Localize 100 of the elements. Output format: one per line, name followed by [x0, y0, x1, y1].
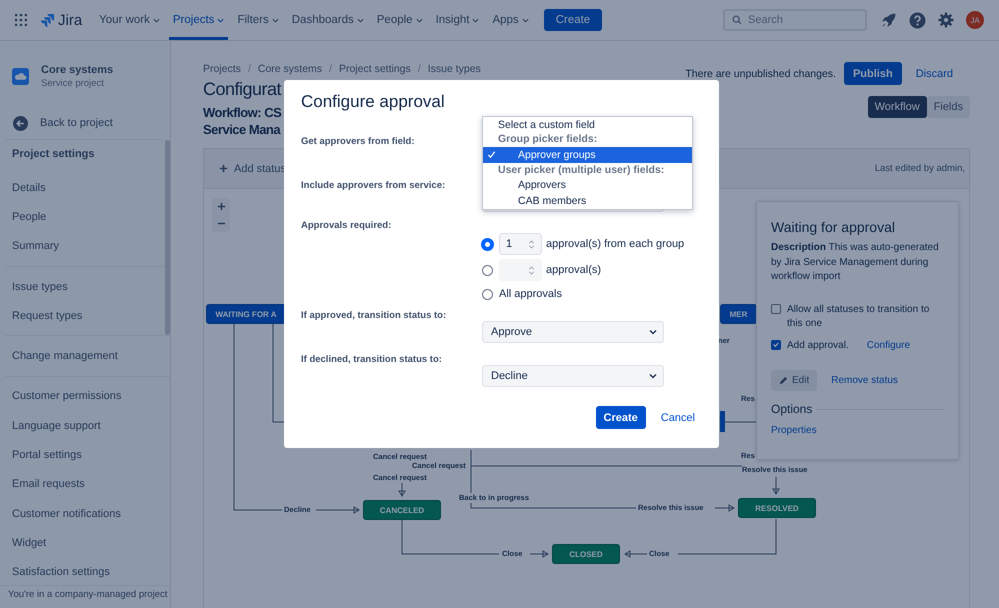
- status-node[interactable]: WAITING FOR A: [206, 304, 286, 324]
- dropdown-option[interactable]: Approver groups: [483, 147, 692, 163]
- radio-button[interactable]: [482, 264, 493, 276]
- sidebar-item[interactable]: Email requests: [12, 470, 163, 499]
- sidebar-item[interactable]: Change management: [12, 341, 163, 371]
- connector-line: [530, 550, 549, 558]
- sidebar-item[interactable]: Customer permissions: [12, 382, 163, 412]
- field-label: If declined, transition status to:: [301, 354, 442, 365]
- radio-label: approval(s) from each group: [546, 238, 684, 250]
- sidebar-item[interactable]: Language support: [12, 411, 163, 440]
- panel-title: Waiting for approval: [771, 219, 896, 235]
- view-tab[interactable]: Workflow: [868, 96, 927, 118]
- check-icon: [487, 150, 496, 160]
- nav-menu-item[interactable]: Projects: [168, 0, 228, 40]
- radio-button[interactable]: [482, 238, 493, 250]
- dropdown-option[interactable]: Select a custom field: [483, 117, 692, 132]
- breadcrumb-link[interactable]: Issue types: [428, 63, 481, 75]
- nav-menu-item[interactable]: People: [372, 0, 427, 40]
- search-field[interactable]: Search: [723, 9, 867, 31]
- project-name: Core systems: [41, 64, 114, 76]
- app-grid-icon[interactable]: [15, 14, 27, 26]
- radio-button[interactable]: [482, 288, 493, 300]
- checkbox[interactable]: [771, 304, 781, 314]
- checkbox-label: Add approval.: [787, 338, 849, 353]
- sidebar-item[interactable]: Portal settings: [12, 440, 163, 470]
- breadcrumb-link[interactable]: Core systems: [258, 63, 322, 75]
- breadcrumb-link[interactable]: Projects: [203, 63, 241, 75]
- spinner-icon[interactable]: [528, 238, 535, 250]
- nav-menu-item[interactable]: Your work: [95, 0, 164, 40]
- edit-button[interactable]: Edit: [771, 370, 818, 392]
- field-label: Get approvers from field:: [301, 136, 414, 147]
- checkbox-label: Allow all statuses to transition to this one: [787, 302, 930, 332]
- search-icon: [732, 15, 742, 25]
- field-label: Approvals required:: [301, 220, 392, 231]
- breadcrumb-link[interactable]: Project settings: [338, 63, 411, 75]
- number-field[interactable]: [499, 259, 542, 281]
- dropdown-option[interactable]: Approvers: [483, 178, 692, 193]
- field-label: Include approvers from service:: [301, 180, 446, 191]
- settings-icon[interactable]: [938, 12, 954, 28]
- configure-link[interactable]: Configure: [866, 338, 910, 354]
- status-select[interactable]: Decline: [482, 365, 664, 387]
- nav-menu-item[interactable]: Apps: [488, 0, 533, 40]
- chevron-down-icon: [649, 372, 657, 380]
- sidebar-item[interactable]: Details: [12, 173, 163, 202]
- scrollbar-thumb[interactable]: [165, 140, 170, 335]
- help-icon[interactable]: [909, 12, 926, 28]
- sidebar-item[interactable]: Satisfaction settings: [12, 558, 163, 587]
- publish-button[interactable]: Publish: [844, 62, 902, 85]
- create-button[interactable]: Create: [596, 406, 646, 429]
- connector-line: [398, 482, 406, 497]
- status-node[interactable]: CANCELED: [363, 500, 441, 520]
- nav-menu-item[interactable]: Insight: [432, 0, 484, 40]
- status-node: [720, 411, 725, 432]
- unpublished-notice: There are unpublished changes.: [685, 68, 836, 80]
- plus-icon: [216, 202, 226, 211]
- project-mode-note: You're in a company-managed project: [8, 589, 168, 600]
- sidebar-item[interactable]: Summary: [12, 232, 163, 261]
- checkbox[interactable]: [771, 340, 781, 350]
- nav-menu-item[interactable]: Dashboards: [288, 0, 368, 40]
- logo-icon: [40, 12, 55, 28]
- sidebar-item[interactable]: Request types: [12, 301, 163, 330]
- status-node[interactable]: CLOSED: [552, 544, 620, 564]
- chevron-down-icon: [649, 328, 657, 336]
- sidebar-item[interactable]: Customer notifications: [12, 498, 163, 528]
- dropdown-option[interactable]: CAB members: [483, 192, 692, 208]
- sidebar-heading: Project settings: [5, 139, 163, 169]
- option-group-label: Group picker fields:: [497, 132, 598, 148]
- plus-icon: [219, 164, 228, 173]
- rocket-icon[interactable]: [881, 12, 897, 28]
- workflow-name: Service Mana: [203, 121, 282, 138]
- spinner-icon[interactable]: [528, 264, 535, 276]
- create-button[interactable]: Create: [544, 9, 602, 31]
- back-to-project-link[interactable]: Back to project: [13, 113, 170, 133]
- view-tab[interactable]: Fields: [926, 96, 970, 118]
- sidebar-item[interactable]: People: [12, 202, 163, 232]
- dialog-title: Configure approval: [301, 91, 446, 113]
- cancel-button[interactable]: Cancel: [660, 412, 695, 424]
- cloud-project-icon: [12, 68, 29, 84]
- user-avatar[interactable]: JA: [966, 11, 984, 29]
- option-group-label: User picker (multiple user) fields:: [497, 162, 666, 178]
- sidebar-item[interactable]: Issue types: [12, 272, 163, 302]
- pencil-icon: [779, 376, 788, 386]
- project-type: Service project: [41, 78, 105, 88]
- number-field[interactable]: 1: [499, 233, 542, 255]
- breadcrumb-separator: /: [328, 63, 333, 75]
- nav-menu-item[interactable]: Filters: [233, 0, 283, 40]
- logo-text: Jira: [58, 12, 82, 28]
- remove-status-link[interactable]: Remove status: [831, 375, 898, 386]
- discard-button[interactable]: Discard: [916, 68, 953, 80]
- chevron-down-icon: [272, 16, 279, 24]
- chevron-down-icon: [522, 16, 529, 24]
- status-node[interactable]: RESOLVED: [738, 498, 816, 518]
- chevron-down-icon: [217, 16, 224, 24]
- chevron-down-icon: [472, 16, 480, 24]
- sidebar-item[interactable]: Widget: [12, 528, 163, 558]
- connector-line: [714, 504, 735, 512]
- status-select[interactable]: Approve: [482, 321, 664, 343]
- breadcrumb-separator: /: [246, 63, 252, 75]
- properties-link[interactable]: Properties: [771, 425, 944, 436]
- status-node[interactable]: MER: [720, 304, 757, 324]
